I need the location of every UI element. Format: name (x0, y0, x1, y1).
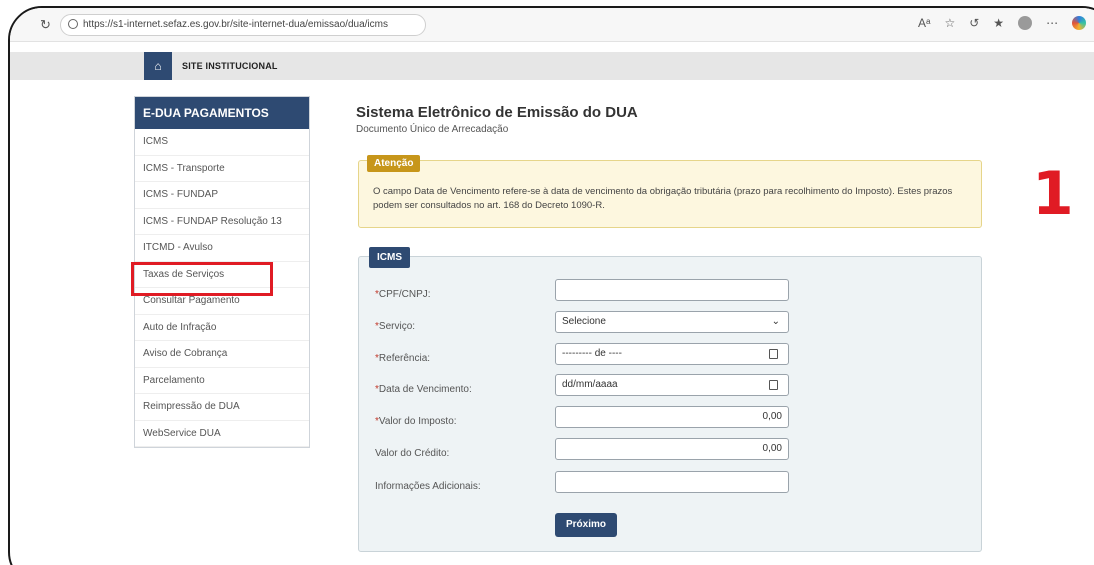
more-icon[interactable]: ⋯ (1046, 16, 1058, 30)
read-aloud-icon[interactable]: Aᵃ (918, 16, 930, 30)
data-vencimento-input[interactable]: dd/mm/aaaa (555, 374, 789, 396)
attention-alert: Atenção O campo Data de Vencimento refer… (358, 155, 982, 228)
sidebar-item-aviso-de-cobranca[interactable]: Aviso de Cobrança (135, 341, 309, 368)
chevron-down-icon: ⌄ (771, 316, 780, 327)
icms-form: ICMS *CPF/CNPJ: *Serviço: Selecione ⌄ *R… (358, 247, 982, 552)
address-bar[interactable]: https://s1-internet.sefaz.es.gov.br/site… (60, 14, 426, 36)
browser-toolbar: ↻ https://s1-internet.sefaz.es.gov.br/si… (10, 8, 1094, 42)
sidebar-item-consultar-pagamento[interactable]: Consultar Pagamento (135, 288, 309, 315)
sidebar-item-auto-de-infracao[interactable]: Auto de Infração (135, 315, 309, 341)
sidebar-item-icms-fundap-resolucao-13[interactable]: ICMS - FUNDAP Resolução 13 (135, 209, 309, 235)
reload-icon[interactable]: ↻ (40, 17, 51, 33)
informacoes-adicionais-label: Informações Adicionais: (375, 481, 481, 492)
informacoes-adicionais-input[interactable] (555, 471, 789, 493)
calendar-icon[interactable] (769, 349, 778, 359)
sidebar-item-icms[interactable]: ICMS (135, 129, 309, 156)
sidebar: E-DUA PAGAMENTOS ICMS ICMS - Transporte … (131, 96, 310, 448)
referencia-input[interactable]: --------- de ---- (555, 343, 789, 365)
servico-select[interactable]: Selecione ⌄ (555, 311, 789, 333)
page-subtitle: Documento Único de Arrecadação (356, 124, 509, 135)
cpf-label-text: CPF/CNPJ: (378, 289, 431, 300)
vencimento-label-text: Data de Vencimento: (378, 384, 472, 395)
site-institucional-link[interactable]: SITE INSTITUCIONAL (182, 61, 278, 71)
step-number-annotation: 1 (1032, 159, 1074, 229)
top-nav: ⌂ SITE INSTITUCIONAL (10, 52, 1094, 80)
page-title: Sistema Eletrônico de Emissão do DUA (356, 104, 638, 121)
servico-label-text: Serviço: (378, 321, 416, 332)
copilot-icon[interactable] (1072, 16, 1087, 30)
favorite-icon[interactable]: ☆ (944, 16, 955, 30)
sidebar-item-itcmd-avulso[interactable]: ITCMD - Avulso (135, 235, 309, 262)
home-icon[interactable]: ⌂ (144, 52, 172, 80)
cpf-cnpj-input[interactable] (555, 279, 789, 301)
valor-imposto-label: *Valor do Imposto: (375, 416, 457, 427)
sidebar-item-parcelamento[interactable]: Parcelamento (135, 368, 309, 394)
calendar-icon[interactable] (769, 380, 778, 390)
sidebar-item-icms-fundap[interactable]: ICMS - FUNDAP (135, 182, 309, 209)
valor-imposto-input[interactable]: 0,00 (555, 406, 789, 428)
browser-actions: Aᵃ ☆ ↺ ★ ⋯ (918, 16, 1087, 30)
valor-imposto-label-text: Valor do Imposto: (378, 416, 457, 427)
alert-tag: Atenção (367, 155, 421, 172)
address-url: https://s1-internet.sefaz.es.gov.br/site… (83, 19, 388, 30)
sidebar-item-icms-transporte[interactable]: ICMS - Transporte (135, 156, 309, 182)
sidebar-item-taxas-de-servicos[interactable]: Taxas de Serviços (131, 261, 309, 295)
sidebar-item-webservice-dua[interactable]: WebService DUA (135, 421, 309, 447)
data-vencimento-value: dd/mm/aaaa (562, 379, 618, 390)
refresh-icon[interactable]: ↺ (969, 16, 979, 30)
profile-icon[interactable] (1018, 16, 1033, 30)
vencimento-label: *Data de Vencimento: (375, 384, 472, 395)
servico-select-value: Selecione (562, 316, 606, 327)
referencia-label: *Referência: (375, 353, 430, 364)
sidebar-title: E-DUA PAGAMENTOS (135, 97, 309, 129)
servico-label: *Serviço: (375, 321, 415, 332)
collections-icon[interactable]: ★ (993, 16, 1004, 30)
site-info-icon[interactable] (68, 19, 78, 29)
referencia-input-value: --------- de ---- (562, 348, 622, 359)
referencia-label-text: Referência: (378, 353, 431, 364)
sidebar-item-reimpressao-de-dua[interactable]: Reimpressão de DUA (135, 394, 309, 421)
valor-credito-label: Valor do Crédito: (375, 448, 450, 459)
cpf-label: *CPF/CNPJ: (375, 289, 431, 300)
form-tag: ICMS (369, 247, 410, 268)
proximo-button[interactable]: Próximo (555, 513, 617, 537)
valor-credito-input[interactable]: 0,00 (555, 438, 789, 460)
alert-text: O campo Data de Vencimento refere-se à d… (373, 186, 953, 211)
